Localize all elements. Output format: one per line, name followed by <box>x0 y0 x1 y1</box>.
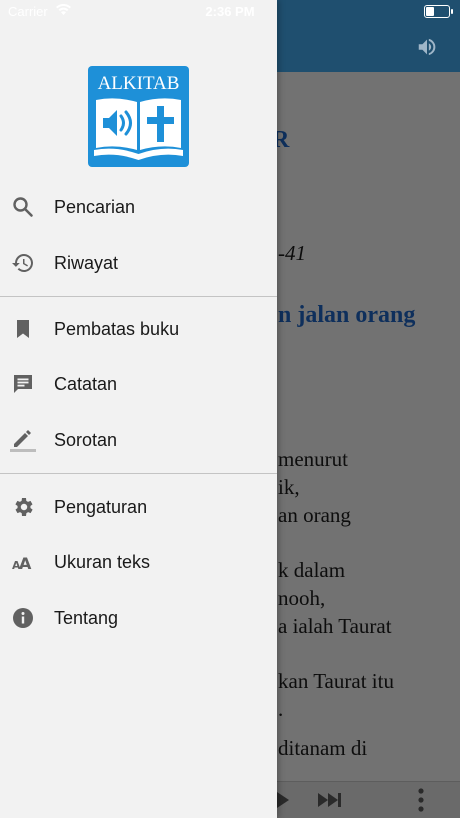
menu-item-pembatas-buku[interactable]: Pembatas buku <box>0 302 277 356</box>
more-vertical-icon[interactable] <box>418 788 424 812</box>
verse-text: . <box>278 697 284 721</box>
verse-range: -41 <box>278 241 306 265</box>
menu-item-ukuran-teks[interactable]: AA Ukuran teks <box>0 535 277 589</box>
menu-item-label: Tentang <box>54 607 119 628</box>
menu-item-riwayat[interactable]: Riwayat <box>0 236 277 290</box>
gear-icon <box>10 494 36 520</box>
logo-text: ALKITAB <box>98 73 180 94</box>
verse-text: ditanam di <box>278 736 368 760</box>
highlight-pen-icon <box>10 427 36 453</box>
menu-item-sorotan[interactable]: Sorotan <box>0 413 277 467</box>
note-icon <box>10 371 36 397</box>
verse-text: k dalam <box>278 558 346 582</box>
verse-text: a ialah Taurat <box>278 614 392 638</box>
play-icon[interactable] <box>277 792 291 808</box>
bookmark-icon <box>10 316 36 342</box>
speaker-icon[interactable] <box>416 36 438 58</box>
menu-item-label: Riwayat <box>54 252 119 273</box>
menu-item-catatan[interactable]: Catatan <box>0 357 277 411</box>
clock: 2:36 PM <box>205 4 255 19</box>
menu-item-tentang[interactable]: Tentang <box>0 591 277 645</box>
menu-item-label: Pembatas buku <box>54 318 180 339</box>
verse-text: nooh, <box>278 586 326 610</box>
menu-item-label: Sorotan <box>54 429 118 450</box>
app-logo: ALKITAB <box>88 66 189 167</box>
verse-text: ik, <box>278 475 300 499</box>
fast-forward-icon[interactable] <box>318 793 342 807</box>
verse-text: menurut <box>278 447 348 471</box>
section-heading: n jalan orang <box>278 302 416 328</box>
menu-divider <box>0 473 277 474</box>
navigation-drawer: ALKITAB Pencarian Riwayat Pembatas buku <box>0 0 277 818</box>
verse-text: kan Taurat itu <box>278 669 394 693</box>
text-size-icon: AA <box>10 549 36 575</box>
menu-item-pencarian[interactable]: Pencarian <box>0 180 277 234</box>
info-icon <box>10 605 36 631</box>
menu-item-label: Catatan <box>54 373 118 394</box>
menu-item-label: Pengaturan <box>54 496 148 517</box>
menu-item-pengaturan[interactable]: Pengaturan <box>0 480 277 534</box>
menu-item-label: Pencarian <box>54 196 136 217</box>
menu-item-label: Ukuran teks <box>54 551 151 572</box>
menu-divider <box>0 296 277 297</box>
history-icon <box>10 250 36 276</box>
status-bar: Carrier 2:36 PM <box>0 0 460 24</box>
search-icon <box>10 194 36 220</box>
battery-icon <box>424 5 453 18</box>
svg-text:A: A <box>19 554 32 573</box>
verse-text: an orang <box>278 503 351 527</box>
